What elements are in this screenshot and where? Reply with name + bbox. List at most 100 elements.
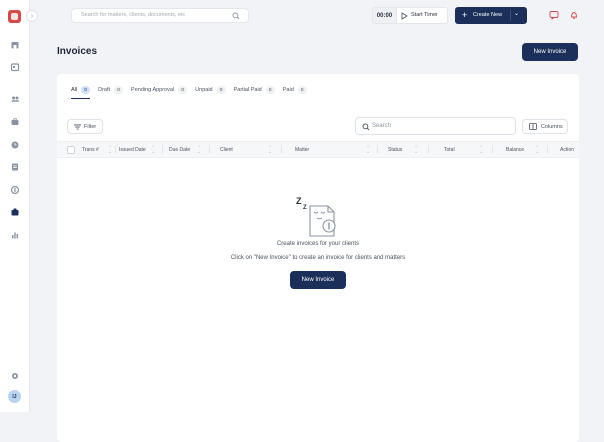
column-header-due-date[interactable]: Due Date: [169, 147, 190, 153]
empty-state-subtitle: Click on "New Invoice" to create an invo…: [230, 255, 406, 261]
dollar-icon: [10, 185, 20, 195]
global-search-input[interactable]: Search for matters, clients, documents, …: [71, 8, 249, 23]
tab-label: All: [71, 87, 78, 93]
chevron-right-icon: ›: [30, 12, 34, 20]
search-placeholder: Search: [372, 123, 392, 129]
sidebar-item-calendar[interactable]: [0, 62, 30, 72]
status-tabs: All 0 Draft 0 Pending Approval 0 Unpaid …: [71, 86, 307, 99]
search-icon: [362, 123, 370, 131]
column-divider: [281, 145, 282, 154]
columns-icon: [529, 123, 537, 130]
svg-text:Z: Z: [303, 205, 307, 211]
sidebar-collapse-button[interactable]: ›: [26, 10, 38, 22]
sort-icon[interactable]: ⌃ ⌄: [414, 146, 418, 155]
empty-state-new-invoice-button[interactable]: New Invoice: [290, 271, 346, 289]
column-divider: [115, 145, 116, 154]
column-divider: [209, 145, 210, 154]
contacts-icon: [11, 96, 19, 102]
document-icon: [12, 163, 18, 171]
tab-paid[interactable]: Paid 0: [283, 86, 307, 99]
sidebar-item-matters[interactable]: [0, 117, 30, 127]
create-new-label: Create New: [473, 12, 503, 18]
timer-value: 00:00: [373, 8, 397, 23]
sidebar-item-contacts[interactable]: [0, 94, 30, 104]
column-divider: [428, 145, 429, 154]
page-title: Invoices: [57, 46, 98, 57]
sidebar-item-billing[interactable]: [0, 185, 30, 195]
sort-icon[interactable]: ⌃ ⌄: [268, 146, 272, 155]
avatar[interactable]: IJ: [8, 390, 21, 403]
invoice-search-input[interactable]: Search: [355, 117, 516, 135]
sort-icon[interactable]: ⌃ ⌄: [197, 146, 201, 155]
sort-icon[interactable]: ⌃ ⌄: [366, 146, 370, 155]
column-header-total[interactable]: Total: [444, 147, 455, 153]
filter-label: Filter: [84, 123, 97, 130]
svg-text:Z: Z: [296, 196, 302, 206]
tab-pending-approval[interactable]: Pending Approval 0: [131, 86, 188, 99]
tab-label: Paid: [282, 87, 294, 93]
app-logo[interactable]: [8, 10, 21, 23]
timer-widget[interactable]: 00:00 Start Timer: [372, 7, 448, 24]
column-header-status[interactable]: Status: [388, 147, 402, 153]
sort-icon[interactable]: ⌃ ⌄: [108, 146, 112, 155]
home-icon: [11, 42, 19, 49]
tab-label: Draft: [98, 87, 111, 93]
tab-label: Unpaid: [195, 87, 213, 93]
select-all-checkbox[interactable]: [67, 146, 75, 154]
clock-icon: [11, 141, 19, 149]
empty-invoices-illustration-icon: Z Z: [296, 196, 336, 237]
column-header-action: Action: [560, 147, 574, 153]
sidebar-item-time[interactable]: [0, 140, 30, 150]
invoices-card: All 0 Draft 0 Pending Approval 0 Unpaid …: [57, 74, 579, 442]
column-header-issued-date[interactable]: Issued Date: [119, 147, 146, 153]
sort-icon[interactable]: ⌃ ⌄: [479, 146, 483, 155]
column-divider: [547, 145, 548, 154]
tab-draft[interactable]: Draft 0: [98, 86, 124, 99]
new-invoice-button[interactable]: New Invoice: [522, 43, 578, 61]
empty-state-title: Create invoices for your clients: [276, 241, 360, 247]
reports-icon: [12, 232, 18, 239]
button-divider: [510, 10, 511, 21]
filter-button[interactable]: Filter: [67, 119, 103, 134]
column-divider: [162, 145, 163, 154]
columns-button[interactable]: Columns: [522, 119, 568, 134]
column-header-matter[interactable]: Matter: [295, 147, 309, 153]
columns-label: Columns: [541, 123, 563, 130]
sort-icon[interactable]: ⌃ ⌄: [535, 146, 539, 155]
sidebar-item-home[interactable]: [0, 40, 30, 50]
invoice-icon: [11, 208, 19, 216]
tab-count-badge: 0: [114, 86, 124, 94]
chat-icon[interactable]: [549, 10, 559, 20]
tab-count-badge: 0: [216, 86, 226, 94]
briefcase-icon: [11, 118, 19, 125]
filter-icon: [74, 124, 81, 129]
tab-count-badge: 0: [265, 86, 275, 94]
tab-label: Pending Approval: [131, 87, 175, 93]
column-header-client[interactable]: Client: [220, 147, 233, 153]
sidebar-item-invoices[interactable]: [0, 207, 30, 217]
sidebar-item-settings[interactable]: [0, 371, 30, 381]
notification-bell-icon[interactable]: [569, 10, 579, 20]
sidebar: IJ: [0, 0, 30, 412]
column-header-balance[interactable]: Balance: [506, 147, 524, 153]
tab-all[interactable]: All 0: [71, 86, 91, 99]
tab-count-badge: 0: [178, 86, 188, 94]
chevron-down-icon[interactable]: ⌄: [514, 10, 519, 17]
sidebar-item-documents[interactable]: [0, 162, 30, 172]
sidebar-item-reports[interactable]: [0, 230, 30, 240]
tab-partial-paid[interactable]: Partial Paid 0: [234, 86, 275, 99]
tab-count-badge: 0: [297, 86, 307, 94]
create-new-button[interactable]: + Create New ⌄: [455, 7, 527, 24]
tab-unpaid[interactable]: Unpaid 0: [195, 86, 226, 99]
column-header-trans[interactable]: Trans #: [82, 147, 99, 153]
calendar-icon: [10, 63, 20, 72]
start-timer-label: Start Timer: [411, 12, 438, 18]
sort-icon[interactable]: ⌃ ⌄: [151, 146, 155, 155]
tab-label: Partial Paid: [233, 87, 262, 93]
plus-icon: +: [462, 10, 468, 20]
gear-icon: [12, 373, 18, 379]
play-icon: [401, 12, 408, 20]
tab-count-badge: 0: [81, 86, 91, 94]
table-header: Trans # ⌃ ⌄ Issued Date ⌃ ⌄ Due Date ⌃ ⌄ Cl…: [57, 141, 579, 158]
global-search-placeholder: Search for matters, clients, documents, …: [81, 12, 186, 18]
